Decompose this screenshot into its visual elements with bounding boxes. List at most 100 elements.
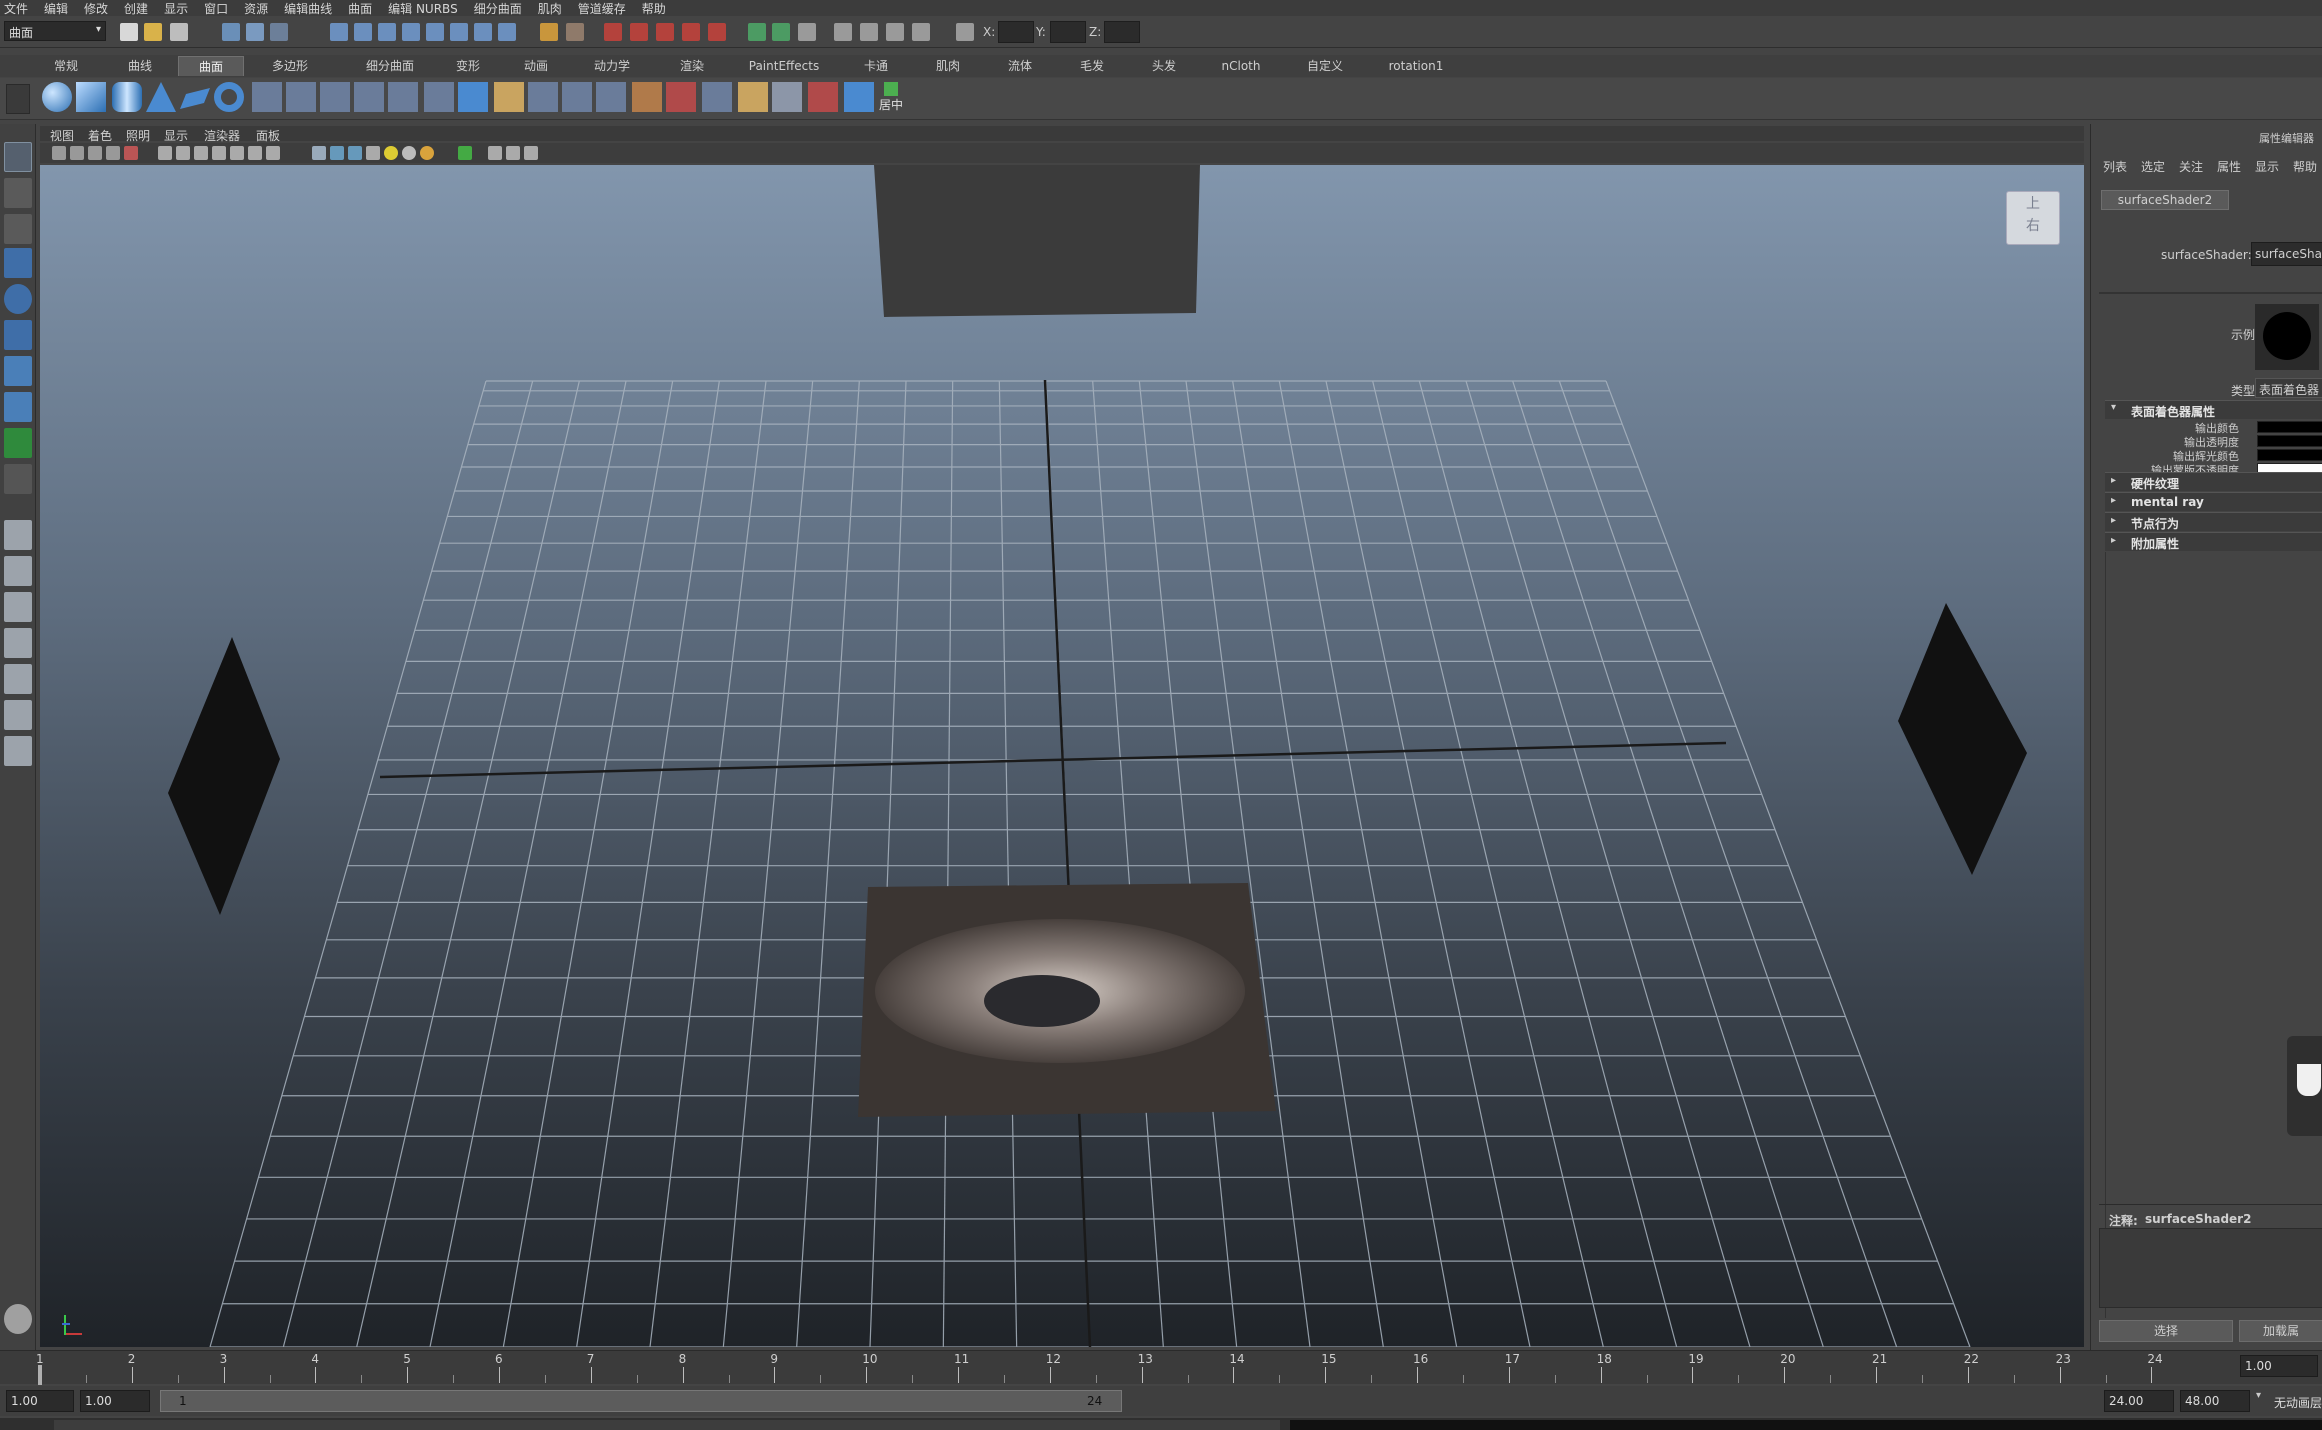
open-close-icon[interactable]: [772, 82, 802, 112]
tab-painteffects[interactable]: PaintEffects: [744, 56, 824, 76]
ae-menu-list[interactable]: 列表: [2103, 158, 2127, 175]
loft-icon[interactable]: [286, 82, 316, 112]
rotate-tool-icon[interactable]: [4, 284, 32, 314]
tab-ncloth[interactable]: nCloth: [1216, 56, 1266, 76]
tab-polygons[interactable]: 多边形: [262, 56, 318, 76]
select-camera-icon[interactable]: [52, 146, 66, 160]
vp-menu-lighting[interactable]: 照明: [126, 127, 150, 144]
tab-surfaces[interactable]: 曲面: [178, 56, 244, 76]
frame-all-icon[interactable]: [506, 146, 520, 160]
film-gate-icon[interactable]: [158, 146, 172, 160]
render-current-icon[interactable]: [604, 23, 622, 41]
current-frame-field[interactable]: 1.00: [2240, 1355, 2318, 1377]
tab-deformation[interactable]: 变形: [448, 56, 488, 76]
field-chart-icon[interactable]: [212, 146, 226, 160]
x-field[interactable]: [998, 21, 1034, 43]
ae-color-swatch[interactable]: [2257, 421, 2322, 433]
show-manipulator-icon[interactable]: [4, 428, 32, 458]
tab-rendering[interactable]: 渲染: [672, 56, 712, 76]
script-editor-icon[interactable]: [4, 1304, 32, 1334]
nurbs-cylinder-icon[interactable]: [112, 82, 142, 112]
open-scene-icon[interactable]: [144, 23, 162, 41]
nurbs-torus-icon[interactable]: [214, 82, 244, 112]
gate-mask-icon[interactable]: [194, 146, 208, 160]
ae-type-dropdown[interactable]: 表面着色器: [2255, 378, 2322, 398]
ae-section-hardware-texture[interactable]: ▸ 硬件纹理: [2105, 472, 2322, 491]
extrude-icon[interactable]: [354, 82, 384, 112]
paint-select-tool-icon[interactable]: [4, 214, 32, 244]
layout-outliner-icon[interactable]: [912, 23, 930, 41]
menuset-dropdown[interactable]: 曲面 ▾: [4, 21, 106, 41]
insert-isoparm-icon[interactable]: [808, 82, 838, 112]
anim-end-field[interactable]: 24.00: [2104, 1390, 2174, 1412]
vp-menu-view[interactable]: 视图: [50, 127, 74, 144]
snap-live-icon[interactable]: [450, 23, 468, 41]
layout-custom-icon[interactable]: [4, 736, 32, 766]
render-settings-icon[interactable]: [656, 23, 674, 41]
image-plane-icon[interactable]: [106, 146, 120, 160]
shelf-menu-icon[interactable]: [6, 84, 30, 114]
ae-section-surface-shader[interactable]: ▾ 表面着色器属性: [2105, 400, 2322, 419]
hypershade-icon[interactable]: [682, 23, 700, 41]
nurbs-cube-icon[interactable]: [76, 82, 106, 112]
tab-dynamics[interactable]: 动力学: [590, 56, 634, 76]
layout-persp-icon[interactable]: [886, 23, 904, 41]
menu-create[interactable]: 创建: [124, 0, 148, 17]
move-tool-icon[interactable]: [4, 248, 32, 278]
tab-animation[interactable]: 动画: [516, 56, 556, 76]
tab-rotation1[interactable]: rotation1: [1384, 56, 1448, 76]
absolute-transform-icon[interactable]: [956, 23, 974, 41]
tab-toon[interactable]: 卡通: [856, 56, 896, 76]
square-icon[interactable]: [458, 82, 488, 112]
menu-muscle[interactable]: 肌肉: [538, 0, 562, 17]
construction-history-icon[interactable]: [566, 23, 584, 41]
menu-surfaces[interactable]: 曲面: [348, 0, 372, 17]
history-icon[interactable]: [474, 23, 492, 41]
layout-persp-graph-icon[interactable]: [4, 628, 32, 658]
ae-color-swatch[interactable]: [2257, 449, 2322, 461]
tab-hair[interactable]: 头发: [1144, 56, 1184, 76]
menu-subdiv[interactable]: 细分曲面: [474, 0, 522, 17]
current-time-marker[interactable]: [38, 1365, 42, 1385]
lasso-tool-icon[interactable]: [4, 178, 32, 208]
ae-menu-attributes[interactable]: 属性: [2217, 158, 2241, 175]
command-line[interactable]: [0, 1418, 2322, 1430]
grid-toggle-icon[interactable]: [124, 146, 138, 160]
x-ray-icon[interactable]: [366, 146, 380, 160]
use-all-lights-icon[interactable]: [402, 146, 416, 160]
high-quality-icon[interactable]: [488, 146, 502, 160]
boundary-icon[interactable]: [424, 82, 454, 112]
resolution-gate-icon[interactable]: [176, 146, 190, 160]
ae-section-mental-ray[interactable]: ▸ mental ray: [2105, 492, 2322, 511]
ae-load-attrs-button[interactable]: 加载属: [2239, 1320, 2322, 1342]
menu-pipeline-cache[interactable]: 管道缓存: [578, 0, 626, 17]
tab-fluids[interactable]: 流体: [1000, 56, 1040, 76]
tool-settings-icon[interactable]: [798, 23, 816, 41]
nurbs-plane-icon[interactable]: [180, 88, 210, 109]
center-pivot-button[interactable]: 居中: [876, 82, 906, 116]
tab-curves[interactable]: 曲线: [118, 56, 162, 76]
smooth-shade-icon[interactable]: [330, 146, 344, 160]
menu-assets[interactable]: 资源: [244, 0, 268, 17]
snap-point-icon[interactable]: [378, 23, 396, 41]
input-ops-icon[interactable]: [540, 23, 558, 41]
tab-subdivs[interactable]: 细分曲面: [350, 56, 430, 76]
soft-mod-tool-icon[interactable]: [4, 392, 32, 422]
chevron-down-icon[interactable]: ▾: [2256, 1390, 2270, 1412]
select-object-icon[interactable]: [246, 23, 264, 41]
menu-edit-nurbs[interactable]: 编辑 NURBS: [388, 0, 458, 17]
share-icon[interactable]: [524, 146, 538, 160]
last-tool-icon[interactable]: [4, 464, 32, 494]
show-channels-icon[interactable]: [748, 23, 766, 41]
viewcube[interactable]: 上 右: [2006, 191, 2060, 245]
ae-menu-help[interactable]: 帮助: [2293, 158, 2317, 175]
vp-menu-show[interactable]: 显示: [164, 127, 188, 144]
layout-single-pane-icon[interactable]: [4, 520, 32, 550]
select-tool-icon[interactable]: [4, 142, 32, 172]
vp-menu-shading[interactable]: 着色: [88, 127, 112, 144]
layout-hypershade-icon[interactable]: [4, 664, 32, 694]
ae-section-node-behavior[interactable]: ▸ 节点行为: [2105, 512, 2322, 531]
wireframe-icon[interactable]: [312, 146, 326, 160]
nurbs-cone-icon[interactable]: [146, 82, 176, 112]
trim-icon[interactable]: [596, 82, 626, 112]
